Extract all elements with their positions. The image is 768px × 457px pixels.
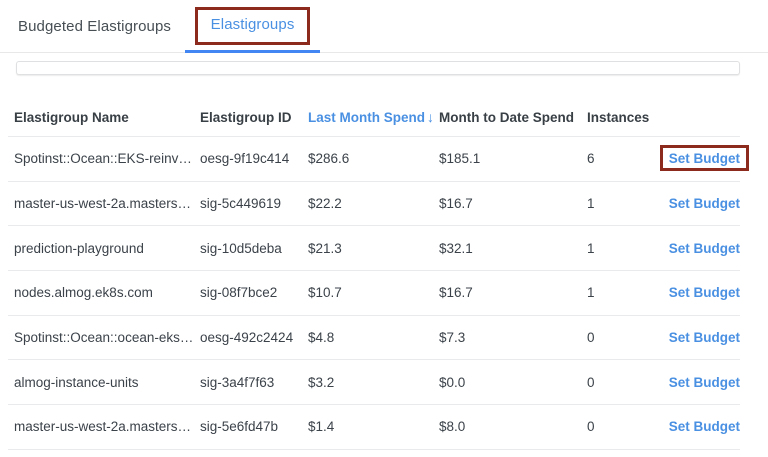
cell-elastigroup-id: oesg-492c2424 xyxy=(200,330,308,345)
cell-month-to-date-spend: $185.1 xyxy=(436,151,587,166)
cell-elastigroup-id: sig-10d5deba xyxy=(200,241,308,256)
cell-last-month-spend: $22.2 xyxy=(308,196,436,211)
annotation-box-tab: Elastigroups xyxy=(195,7,311,45)
cell-elastigroup-name: master-us-west-2a.masters… xyxy=(14,196,200,211)
cell-last-month-spend: $3.2 xyxy=(308,375,436,390)
tab-elastigroups-label: Elastigroups xyxy=(211,16,295,33)
cell-month-to-date-spend: $7.3 xyxy=(436,330,587,345)
header-elastigroup-id[interactable]: Elastigroup ID xyxy=(200,110,308,125)
cell-elastigroup-name: Spotinst::Ocean::ocean-eks… xyxy=(14,330,200,345)
set-budget-link[interactable]: Set Budget xyxy=(669,419,740,434)
cell-last-month-spend: $4.8 xyxy=(308,330,436,345)
cell-action: Set Budget xyxy=(655,196,740,211)
cell-action: Set Budget xyxy=(655,241,740,256)
cell-month-to-date-spend: $32.1 xyxy=(436,241,587,256)
cell-elastigroup-name: prediction-playground xyxy=(14,241,200,256)
cell-elastigroup-id: sig-5e6fd47b xyxy=(200,419,308,434)
table-row: master-us-west-2a.masters… sig-5c449619 … xyxy=(8,182,740,227)
cell-action: Set Budget xyxy=(655,330,740,345)
cell-elastigroup-id: sig-5c449619 xyxy=(200,196,308,211)
tab-budgeted-elastigroups[interactable]: Budgeted Elastigroups xyxy=(18,18,171,35)
header-last-month-spend-label: Last Month Spend xyxy=(308,110,425,125)
cell-month-to-date-spend: $16.7 xyxy=(436,285,587,300)
set-budget-link[interactable]: Set Budget xyxy=(669,375,740,390)
table-row: master-us-west-2a.masters… sig-5e6fd47b … xyxy=(8,405,740,450)
header-elastigroup-name[interactable]: Elastigroup Name xyxy=(14,110,200,125)
cell-instances: 1 xyxy=(587,241,655,256)
cell-last-month-spend: $1.4 xyxy=(308,419,436,434)
header-instances[interactable]: Instances xyxy=(587,110,655,125)
cell-month-to-date-spend: $8.0 xyxy=(436,419,587,434)
cell-last-month-spend: $286.6 xyxy=(308,151,436,166)
cell-month-to-date-spend: $16.7 xyxy=(436,196,587,211)
header-month-to-date-spend[interactable]: Month to Date Spend xyxy=(436,110,587,125)
cell-elastigroup-id: sig-08f7bce2 xyxy=(200,285,308,300)
set-budget-link[interactable]: Set Budget xyxy=(669,151,740,166)
table-row: nodes.almog.ek8s.com sig-08f7bce2 $10.7 … xyxy=(8,271,740,316)
table-row: prediction-playground sig-10d5deba $21.3… xyxy=(8,226,740,271)
cell-instances: 6 xyxy=(587,151,655,166)
set-budget-link[interactable]: Set Budget xyxy=(669,330,740,345)
cell-elastigroup-id: sig-3a4f7f63 xyxy=(200,375,308,390)
cell-elastigroup-id: oesg-9f19c414 xyxy=(200,151,308,166)
cell-last-month-spend: $10.7 xyxy=(308,285,436,300)
cell-elastigroup-name: almog-instance-units xyxy=(14,375,200,390)
cell-instances: 1 xyxy=(587,285,655,300)
cell-action: Set Budget xyxy=(655,375,740,390)
table-row: Spotinst::Ocean::EKS-reinv… oesg-9f19c41… xyxy=(8,137,740,182)
cell-elastigroup-name: master-us-west-2a.masters… xyxy=(14,419,200,434)
set-budget-link[interactable]: Set Budget xyxy=(669,241,740,256)
cell-action: Set Budget xyxy=(655,419,740,434)
table-body: Spotinst::Ocean::EKS-reinv… oesg-9f19c41… xyxy=(8,137,740,450)
cell-instances: 0 xyxy=(587,330,655,345)
table-row: Spotinst::Ocean::ocean-eks… oesg-492c242… xyxy=(8,316,740,361)
set-budget-link[interactable]: Set Budget xyxy=(669,196,740,211)
cell-instances: 0 xyxy=(587,419,655,434)
sort-descending-icon[interactable]: ↓ xyxy=(427,109,434,125)
cell-elastigroup-name: Spotinst::Ocean::EKS-reinv… xyxy=(14,151,200,166)
tab-elastigroups[interactable]: Elastigroups xyxy=(185,0,320,52)
header-last-month-spend[interactable]: Last Month Spend ↓ xyxy=(308,109,436,125)
set-budget-link[interactable]: Set Budget xyxy=(669,285,740,300)
tabs-bar: Budgeted Elastigroups Elastigroups xyxy=(0,0,768,53)
cell-instances: 1 xyxy=(587,196,655,211)
elastigroups-table: Elastigroup Name Elastigroup ID Last Mon… xyxy=(8,98,740,450)
cell-month-to-date-spend: $0.0 xyxy=(436,375,587,390)
filter-input[interactable] xyxy=(16,61,740,75)
cell-action: Set Budget xyxy=(655,151,740,166)
cell-last-month-spend: $21.3 xyxy=(308,241,436,256)
cell-elastigroup-name: nodes.almog.ek8s.com xyxy=(14,285,200,300)
cell-instances: 0 xyxy=(587,375,655,390)
cell-action: Set Budget xyxy=(655,285,740,300)
table-header-row: Elastigroup Name Elastigroup ID Last Mon… xyxy=(8,98,740,137)
table-row: almog-instance-units sig-3a4f7f63 $3.2 $… xyxy=(8,360,740,405)
